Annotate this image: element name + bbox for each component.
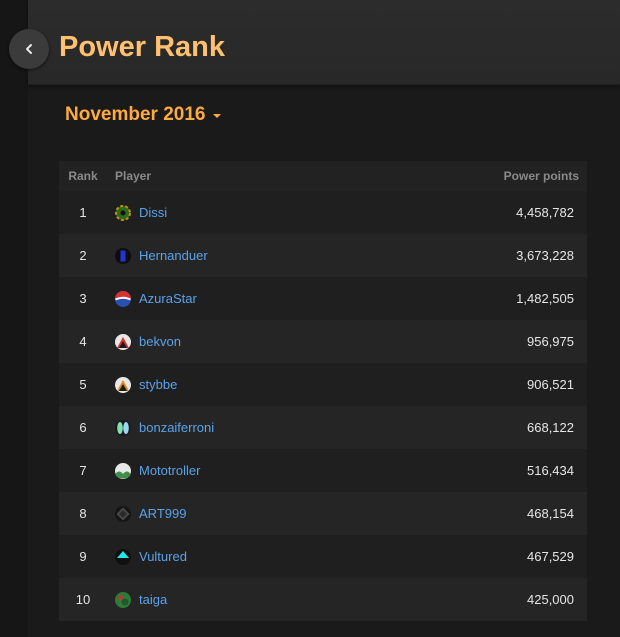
player-cell: taiga bbox=[107, 591, 434, 609]
month-dropdown-label: November 2016 bbox=[65, 104, 206, 125]
points-cell: 467,529 bbox=[527, 549, 574, 564]
points-cell: 516,434 bbox=[527, 463, 574, 478]
points-cell: 425,000 bbox=[527, 592, 574, 607]
column-header-points: Power points bbox=[503, 169, 579, 183]
player-link[interactable]: stybbe bbox=[139, 377, 177, 392]
player-cell: AzuraStar bbox=[107, 290, 434, 308]
rank-cell: 8 bbox=[79, 506, 87, 521]
table-row: 1 Dissi 4,458,782 bbox=[59, 191, 587, 234]
mountain-avatar-icon bbox=[115, 333, 131, 350]
player-link[interactable]: Dissi bbox=[139, 205, 167, 220]
table-row: 4 bekvon 956,975 bbox=[59, 320, 587, 363]
table-row: 8 ART999 468,154 bbox=[59, 492, 587, 535]
player-cell: Mototroller bbox=[107, 462, 434, 480]
rank-cell: 6 bbox=[79, 420, 87, 435]
table-row: 5 stybbe 906,521 bbox=[59, 363, 587, 406]
player-link[interactable]: Hernanduer bbox=[139, 248, 208, 263]
chevron-left-icon bbox=[26, 44, 32, 54]
page-title: Power Rank bbox=[59, 31, 225, 63]
hills-avatar-icon bbox=[115, 462, 131, 479]
player-link[interactable]: Mototroller bbox=[139, 463, 200, 478]
diamond-avatar-icon bbox=[115, 505, 131, 522]
points-cell: 468,154 bbox=[527, 506, 574, 521]
rank-cell: 7 bbox=[79, 463, 87, 478]
rank-cell: 2 bbox=[79, 248, 87, 263]
player-link[interactable]: AzuraStar bbox=[139, 291, 197, 306]
points-cell: 3,673,228 bbox=[516, 248, 574, 263]
player-link[interactable]: bekvon bbox=[139, 334, 181, 349]
table-row: 3 AzuraStar 1,482,505 bbox=[59, 277, 587, 320]
points-cell: 1,482,505 bbox=[516, 291, 574, 306]
player-cell: Hernanduer bbox=[107, 247, 434, 265]
column-header-rank: Rank bbox=[68, 169, 98, 183]
points-cell: 906,521 bbox=[527, 377, 574, 392]
gear-avatar-icon bbox=[115, 204, 131, 221]
left-rail bbox=[0, 0, 28, 637]
blue-bar-avatar-icon bbox=[115, 247, 131, 264]
column-header-player: Player bbox=[115, 169, 152, 183]
rank-cell: 9 bbox=[79, 549, 87, 564]
back-button[interactable] bbox=[9, 29, 49, 69]
player-link[interactable]: ART999 bbox=[139, 506, 186, 521]
leaves-avatar-icon bbox=[115, 419, 131, 436]
rank-cell: 4 bbox=[79, 334, 87, 349]
player-link[interactable]: taiga bbox=[139, 592, 167, 607]
rank-cell: 3 bbox=[79, 291, 87, 306]
table-row: 6 bonzaiferroni 668,122 bbox=[59, 406, 587, 449]
points-cell: 956,975 bbox=[527, 334, 574, 349]
rank-cell: 10 bbox=[75, 592, 91, 607]
caret-down-icon bbox=[213, 114, 222, 118]
player-cell: bekvon bbox=[107, 333, 434, 351]
table-row: 2 Hernanduer 3,673,228 bbox=[59, 234, 587, 277]
month-dropdown[interactable]: November 2016 bbox=[65, 102, 222, 128]
rank-cell: 5 bbox=[79, 377, 87, 392]
table-header: Rank Player Power points bbox=[59, 161, 587, 191]
player-link[interactable]: Vultured bbox=[139, 549, 187, 564]
player-cell: Vultured bbox=[107, 548, 434, 566]
triangle-avatar-icon bbox=[115, 548, 131, 565]
table-row: 7 Mototroller 516,434 bbox=[59, 449, 587, 492]
player-cell: Dissi bbox=[107, 204, 434, 222]
red-blue-ball-avatar-icon bbox=[115, 290, 131, 307]
rank-cell: 1 bbox=[79, 205, 87, 220]
table-row: 9 Vultured 467,529 bbox=[59, 535, 587, 578]
power-rank-table: Rank Player Power points 1 Dissi 4,458,7… bbox=[59, 161, 587, 621]
points-cell: 4,458,782 bbox=[516, 205, 574, 220]
player-cell: ART999 bbox=[107, 505, 434, 523]
points-cell: 668,122 bbox=[527, 420, 574, 435]
player-cell: stybbe bbox=[107, 376, 434, 394]
table-row: 10 taiga 425,000 bbox=[59, 578, 587, 621]
player-link[interactable]: bonzaiferroni bbox=[139, 420, 214, 435]
player-cell: bonzaiferroni bbox=[107, 419, 434, 437]
power-rank-page: Power Rank November 2016 Rank Player Pow… bbox=[0, 0, 620, 637]
mountain-avatar-icon bbox=[115, 376, 131, 393]
green-circle-avatar-icon bbox=[115, 591, 131, 608]
